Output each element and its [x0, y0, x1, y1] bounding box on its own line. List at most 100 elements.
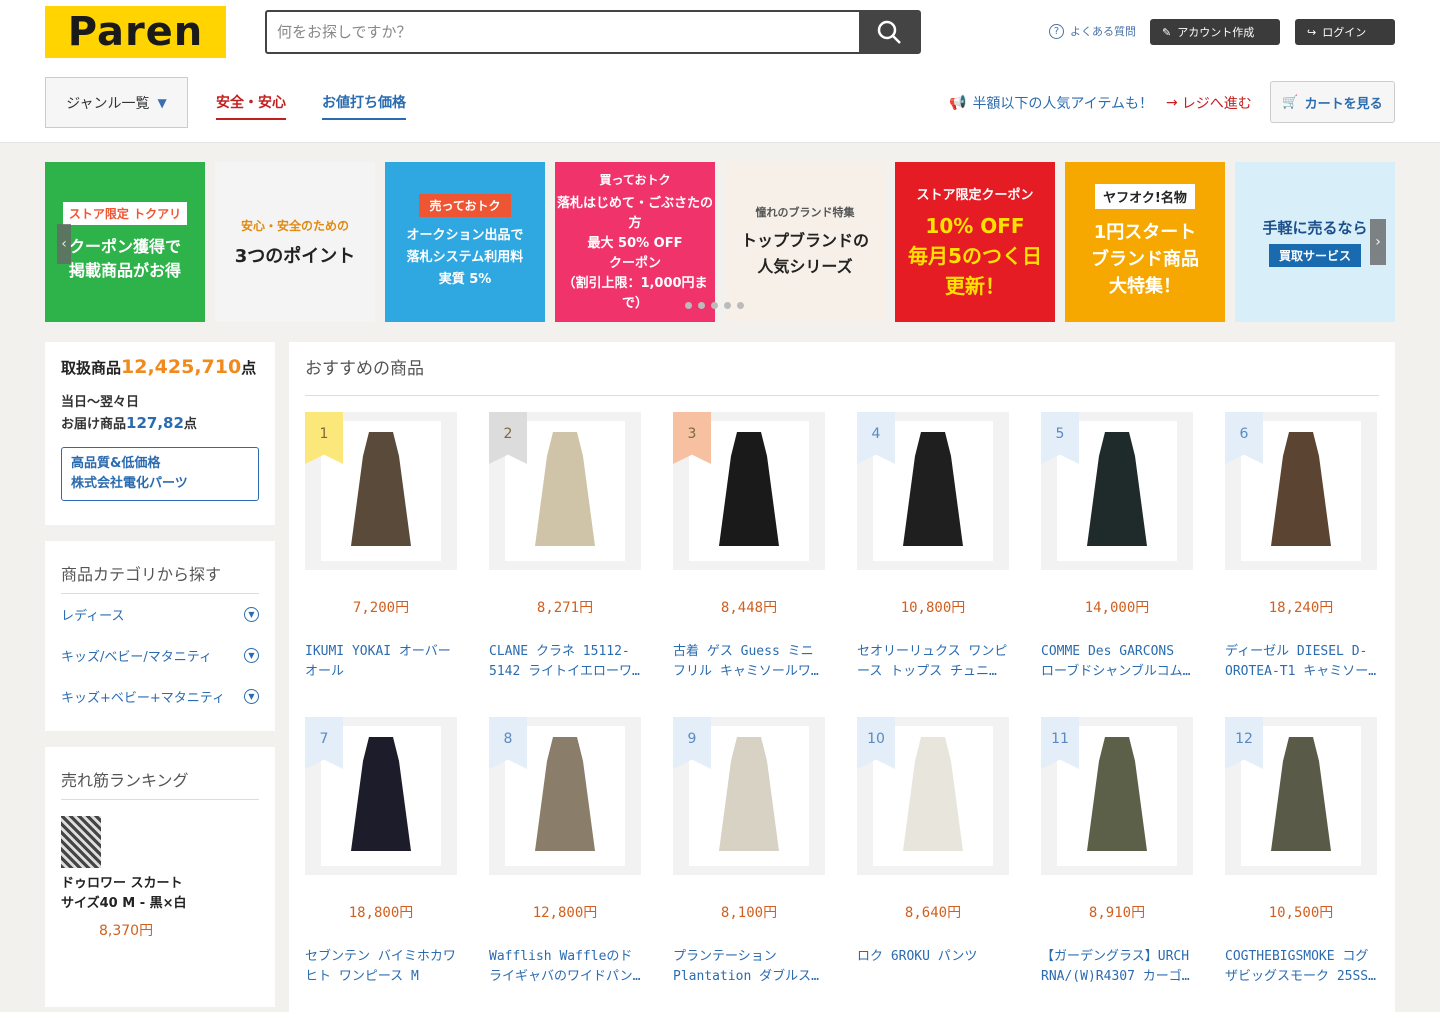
cart-button[interactable]: 🛒 カートを見る: [1270, 81, 1395, 123]
product-title[interactable]: セオリーリュクス ワンピース トップス チュニック: [857, 642, 1009, 682]
product-thumbnail[interactable]: 11: [1041, 717, 1193, 875]
product-title[interactable]: 【ガーデングラス】URCH RNA/(W)R4307 カーゴパンツ: [1041, 947, 1193, 987]
carousel-dots: [685, 302, 744, 309]
banner-6-top: ストア限定クーポン: [916, 187, 1034, 203]
product-thumbnail[interactable]: 1: [305, 412, 457, 570]
faq-link[interactable]: ? よくある質問: [1049, 23, 1136, 39]
category-item-kids-plus[interactable]: キッズ+ベビー+マタニティ ▼: [61, 676, 259, 717]
banner-3[interactable]: 売っておトク オークション出品で 落札システム利用料 実質 5%: [385, 162, 545, 322]
product-card[interactable]: 9 8,100円プランテーション Plantation ダブルスパンツ: [673, 717, 825, 1010]
product-card[interactable]: 10 8,640円 ロク 6ROKU パンツ: [857, 717, 1009, 1010]
category-title: 商品カテゴリから探す: [61, 561, 259, 594]
banner-6[interactable]: ストア限定クーポン 10% OFF 毎月5のつく日 更新！: [895, 162, 1055, 322]
category-item-ladies[interactable]: レディース ▼: [61, 594, 259, 635]
product-thumbnail[interactable]: 9: [673, 717, 825, 875]
banner-1-top: ストア限定 トクアリ: [62, 201, 188, 225]
product-card[interactable]: 12 10,500円 COGTHEBIGSMOKE コグザビッグスモーク 25SS …: [1225, 717, 1377, 1010]
site-logo[interactable]: Paren: [45, 6, 226, 58]
product-thumbnail[interactable]: 2: [489, 412, 641, 570]
garment-icon: [1271, 432, 1331, 546]
product-card[interactable]: 8 12,800円 Wafflish Waffleのドライギャバのワイドパンツ: [489, 717, 641, 1010]
category-label: キッズ+ベビー+マタニティ: [61, 691, 226, 706]
product-card[interactable]: 6 18,240円ディーゼル DIESEL D-OROTEA-T1 キャミソールワ…: [1225, 412, 1377, 705]
garment-icon: [903, 432, 963, 546]
total-label: 取扱商品: [61, 359, 122, 377]
product-card[interactable]: 5 14,000円 COMME Des GARCONS ローブドシャンブルコムデギャ…: [1041, 412, 1193, 705]
genre-dropdown[interactable]: ジャンル一覧 ▼: [45, 77, 188, 128]
carousel-prev-button[interactable]: ‹: [57, 224, 71, 264]
ranking-item[interactable]: ドゥロワー スカート サイズ40 M - 黒×白 8,370円: [61, 816, 259, 940]
product-thumbnail[interactable]: 3: [673, 412, 825, 570]
question-icon: ?: [1049, 23, 1064, 39]
garment-icon: [719, 737, 779, 851]
carousel-dot[interactable]: [737, 302, 744, 309]
megaphone-icon: 📢: [949, 95, 967, 111]
total-count: 12,425,710: [121, 356, 242, 378]
product-card[interactable]: 2 8,271円 CLANE クラネ 15112-5142 ライトイエローワンピース: [489, 412, 641, 705]
garment-icon: [1271, 737, 1331, 851]
product-grid: 1 7,200円 IKUMI YOKAI オーバーオール 2 8,271円 CLANE ク…: [305, 412, 1379, 1010]
product-thumbnail[interactable]: 8: [489, 717, 641, 875]
register-link[interactable]: → レジへ進む: [1166, 93, 1252, 113]
product-title[interactable]: セブンテン バイミホカワヒト ワンピース M: [305, 947, 457, 987]
carousel-next-button[interactable]: ›: [1370, 219, 1386, 265]
banner-2[interactable]: 安心・安全のための 3つのポイント: [215, 162, 375, 322]
banner-7[interactable]: ヤフオク!名物 1円スタート ブランド商品 大特集！: [1065, 162, 1225, 322]
genre-label: ジャンル一覧: [66, 95, 150, 112]
product-title[interactable]: Wafflish Waffleのドライギャバのワイドパンツ: [489, 947, 641, 987]
chevron-down-icon: ▼: [157, 95, 167, 110]
delivery-unit: 点: [183, 417, 197, 432]
product-price: 10,800円: [900, 600, 966, 616]
product-price: 8,910円: [1088, 905, 1146, 921]
product-thumbnail[interactable]: 12: [1225, 717, 1377, 875]
shop-link[interactable]: 高品質&低価格 株式会社電化パーツ: [61, 447, 259, 501]
nav-deal[interactable]: お値打ち価格: [322, 92, 406, 120]
product-card[interactable]: 7 18,800円 セブンテン バイミホカワヒト ワンピース M: [305, 717, 457, 1010]
product-title[interactable]: ディーゼル DIESEL D-OROTEA-T1 キャミソールワンピース: [1225, 642, 1377, 682]
search-button[interactable]: [859, 12, 919, 52]
product-card[interactable]: 11 8,910円【ガーデングラス】URCH RNA/(W)R4307 カーゴパン…: [1041, 717, 1193, 1010]
product-title[interactable]: COGTHEBIGSMOKE コグザビッグスモーク 25SS パンツ: [1225, 947, 1377, 987]
product-thumbnail[interactable]: 7: [305, 717, 457, 875]
banner-carousel: ストア限定 トクアリ クーポン獲得で 掲載商品がお得 安心・安全のための 3つの…: [45, 162, 1395, 322]
product-thumbnail[interactable]: 10: [857, 717, 1009, 875]
carousel-dot[interactable]: [724, 302, 731, 309]
product-card[interactable]: 1 7,200円 IKUMI YOKAI オーバーオール: [305, 412, 457, 705]
product-card[interactable]: 4 10,800円セオリーリュクス ワンピース トップス チュニック: [857, 412, 1009, 705]
search-input[interactable]: [267, 12, 859, 52]
product-title[interactable]: 古着 ゲス Guess ミニフリル キャミソールワンピース: [673, 642, 825, 682]
product-card[interactable]: 3 8,448円古着 ゲス Guess ミニフリル キャミソールワンピース: [673, 412, 825, 705]
product-title[interactable]: COMME Des GARCONS ローブドシャンブルコムデギャルソン: [1041, 642, 1193, 682]
carousel-dot[interactable]: [698, 302, 705, 309]
carousel-dot[interactable]: [711, 302, 718, 309]
promo-text: 半額以下の人気アイテムも！: [972, 96, 1154, 112]
category-label: キッズ/ベビー/マタニティ: [61, 650, 212, 665]
product-title[interactable]: プランテーション Plantation ダブルスパンツ: [673, 947, 825, 987]
banner-7-main: 1円スタート ブランド商品 大特集！: [1091, 222, 1199, 297]
product-title[interactable]: CLANE クラネ 15112-5142 ライトイエローワンピース: [489, 642, 641, 682]
banner-5[interactable]: 憧れのブランド特集 トップブランドの 人気シリーズ: [725, 162, 885, 322]
login-label: ログイン: [1322, 26, 1367, 39]
nav-safe[interactable]: 安全・安心: [216, 92, 286, 120]
product-title[interactable]: ロク 6ROKU パンツ: [857, 947, 1009, 967]
product-thumbnail[interactable]: 6: [1225, 412, 1377, 570]
chevron-down-icon: ▼: [244, 689, 259, 704]
delivery-label-2: お届け商品: [61, 417, 127, 432]
category-box: 商品カテゴリから探す レディース ▼ キッズ/ベビー/マタニティ ▼ キッズ+ベビー…: [45, 541, 275, 731]
garment-icon: [1087, 737, 1147, 851]
product-price: 18,240円: [1268, 600, 1334, 616]
garment-icon: [1087, 432, 1147, 546]
banner-5-main: トップブランドの 人気シリーズ: [740, 231, 869, 276]
signup-button[interactable]: ✎ アカウント作成: [1150, 19, 1280, 45]
product-thumbnail[interactable]: 4: [857, 412, 1009, 570]
banner-4[interactable]: 買っておトク 落札はじめて・ごぶさたの方 最大 50% OFF クーポン （割引…: [555, 162, 715, 322]
category-item-kids[interactable]: キッズ/ベビー/マタニティ ▼: [61, 635, 259, 676]
carousel-dot[interactable]: [685, 302, 692, 309]
product-title[interactable]: IKUMI YOKAI オーバーオール: [305, 642, 457, 682]
banner-4-main: 落札はじめて・ごぶさたの方 最大 50% OFF クーポン （割引上限：1,00…: [556, 195, 713, 311]
product-thumbnail[interactable]: 5: [1041, 412, 1193, 570]
signup-label: アカウント作成: [1177, 26, 1255, 39]
promo-link[interactable]: 📢 半額以下の人気アイテムも！: [949, 93, 1153, 113]
banner-1-main: クーポン獲得で 掲載商品がお得: [68, 236, 181, 280]
login-button[interactable]: ↪ ログイン: [1295, 19, 1395, 45]
